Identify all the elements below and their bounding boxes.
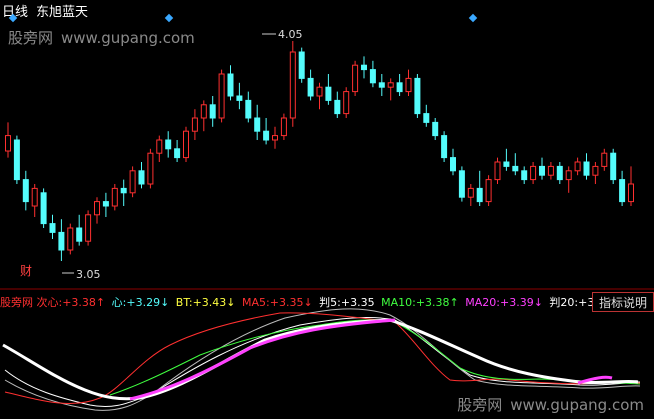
watermark-brand: 股旁网 <box>457 396 503 414</box>
candle-body <box>307 77 314 97</box>
candle-body <box>245 99 252 119</box>
indicator-prefix: 股旁网 次心: <box>0 296 63 309</box>
candle-body <box>102 201 109 207</box>
candle-body <box>547 165 554 176</box>
candle-body <box>191 117 198 132</box>
candle-body <box>467 187 474 198</box>
watermark-site: www.gupang.com <box>510 396 644 414</box>
candle-body <box>610 152 617 181</box>
candle-body <box>565 170 572 181</box>
candle-body <box>58 231 65 251</box>
candle-body <box>156 139 163 154</box>
candle-body <box>601 152 608 167</box>
candle-body <box>147 152 154 185</box>
candle-body <box>352 64 359 93</box>
candle-body <box>111 187 118 207</box>
finance-marker: 财 <box>20 264 33 278</box>
low-price-label: 3.05 <box>76 268 101 281</box>
candle-body <box>263 130 270 141</box>
candle-body <box>76 227 83 242</box>
candle-body <box>521 170 528 181</box>
candle-body <box>129 170 136 194</box>
candle-body <box>13 139 20 181</box>
candle-body <box>165 139 172 150</box>
ma10-value: +3.38↑ <box>415 296 459 309</box>
candle-body <box>334 99 341 115</box>
candlestick-series <box>5 41 634 261</box>
candle-body <box>174 148 181 159</box>
candle-body <box>67 227 74 251</box>
candle-body <box>272 135 278 141</box>
bt-label: BT: <box>175 296 193 309</box>
candle-body <box>138 170 145 185</box>
candle-body <box>458 170 465 198</box>
candle-body <box>378 82 385 88</box>
candle-body <box>628 183 634 203</box>
candle-body <box>485 179 492 203</box>
candle-body <box>49 223 56 233</box>
ma10-label: MA10: <box>381 296 416 309</box>
candle-body <box>503 161 510 167</box>
candle-body <box>5 135 11 152</box>
candle-body <box>494 161 501 181</box>
indicator-help-button[interactable]: 指标说明 <box>592 292 654 312</box>
candle-body <box>298 51 305 79</box>
candle-body <box>316 86 323 97</box>
high-price-label: 4.05 <box>278 28 303 41</box>
ma-white-thick-line <box>2 318 639 401</box>
bt-value: +3.43↓ <box>192 296 236 309</box>
candle-body <box>592 165 599 176</box>
candle-body <box>85 214 92 242</box>
candle-body <box>280 117 287 137</box>
candle-body <box>619 179 626 203</box>
candle-body <box>441 135 448 159</box>
candle-body <box>200 104 207 119</box>
candle-body <box>209 104 216 119</box>
candle-body <box>432 121 439 137</box>
candle-body <box>343 91 350 115</box>
candle-body <box>512 165 519 172</box>
candle-body <box>120 187 127 194</box>
ma20-label: MA20: <box>465 296 500 309</box>
candle-body <box>414 77 421 115</box>
xin-value: +3.29↓ <box>126 296 170 309</box>
candle-body <box>361 64 367 71</box>
candle-body <box>325 86 332 101</box>
candle-body <box>387 82 394 88</box>
cixin-value: +3.38↑ <box>62 296 106 309</box>
candle-body <box>289 51 296 119</box>
candle-body <box>31 187 38 207</box>
xin-label: 心: <box>111 296 127 309</box>
candle-body <box>227 73 234 97</box>
candle-body <box>530 165 537 181</box>
candle-body <box>476 187 483 203</box>
candle-body <box>218 73 225 119</box>
candle-body <box>450 157 456 172</box>
ma5-value: +3.35↓ <box>269 296 313 309</box>
candle-body <box>405 77 412 93</box>
candle-body <box>396 82 403 93</box>
candle-body <box>423 113 430 123</box>
ma20-value: +3.39↓ <box>499 296 543 309</box>
candle-body <box>40 192 47 225</box>
candle-body <box>556 165 563 181</box>
candle-body <box>183 130 189 159</box>
chart-canvas: 4.05 3.05 <box>0 28 654 411</box>
candle-body <box>539 165 545 176</box>
ma5-label: MA5: <box>242 296 270 309</box>
pan5-value: +3.35 <box>340 296 375 309</box>
pan20-label: 判20: <box>549 296 579 309</box>
indicator-values-bar: 股旁网 次心:+3.38↑ 心:+3.29↓ BT:+3.43↓ MA5:+3.… <box>0 294 624 312</box>
candle-body <box>583 161 590 176</box>
pan5-label: 判5: <box>319 296 341 309</box>
candle-body <box>94 201 100 216</box>
candle-body <box>574 161 581 172</box>
candle-body <box>369 69 376 84</box>
candle-body <box>254 117 261 132</box>
candle-body <box>22 179 29 203</box>
high-low-markers: 4.05 3.05 <box>62 28 303 281</box>
watermark-bottom: 股旁网 www.gupang.com <box>457 394 644 415</box>
candle-body <box>236 95 243 101</box>
